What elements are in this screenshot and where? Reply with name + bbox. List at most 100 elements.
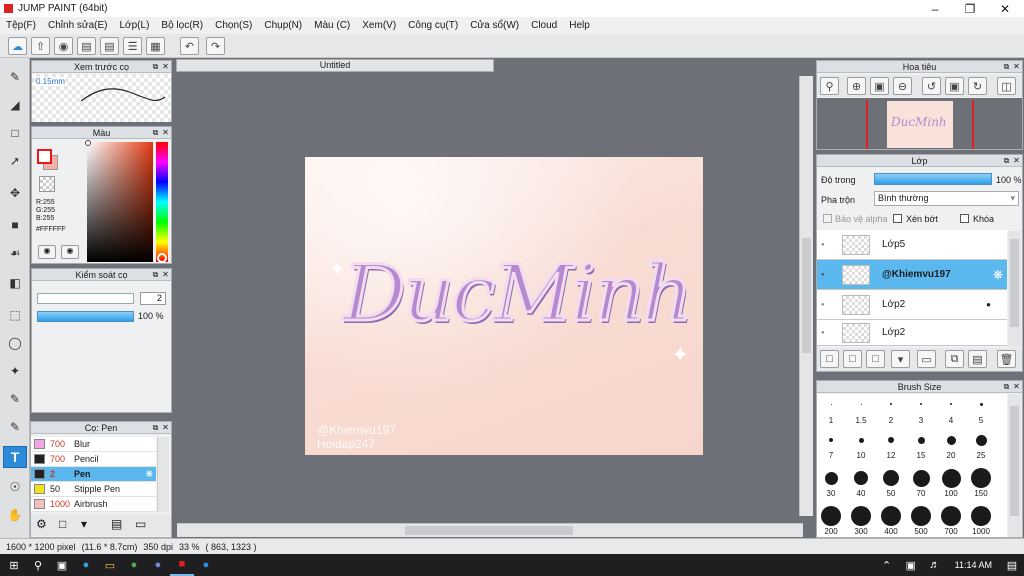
brush-size-dot[interactable] bbox=[971, 506, 991, 526]
network-icon[interactable]: ▣ bbox=[899, 554, 923, 576]
brush-size-dot[interactable] bbox=[971, 468, 991, 488]
new-layer-1bit-icon[interactable]: □ bbox=[866, 350, 885, 368]
brush-size-slider[interactable] bbox=[37, 293, 134, 304]
menu-window[interactable]: Cửa sổ(W) bbox=[464, 20, 525, 31]
undo-icon[interactable]: ↶ bbox=[180, 37, 199, 55]
rectangle-tool-icon[interactable]: □ bbox=[3, 122, 27, 144]
brush-size-dot[interactable] bbox=[941, 468, 961, 488]
discord-icon[interactable]: ● bbox=[146, 554, 170, 576]
brush-item-stipple-pen[interactable]: 50 Stipple Pen bbox=[31, 482, 156, 497]
brush-size-dot[interactable] bbox=[883, 470, 899, 486]
eyedropper-tool-icon[interactable]: ☉ bbox=[3, 476, 27, 498]
magic-wand-tool-icon[interactable]: ✦ bbox=[3, 360, 27, 382]
brush-size-dot[interactable] bbox=[911, 506, 931, 526]
eraser-tool-icon[interactable]: ◢ bbox=[3, 94, 27, 116]
minimize-button[interactable]: – bbox=[918, 0, 952, 17]
brush-folder-icon[interactable]: ▭ bbox=[135, 517, 146, 531]
chrome-icon[interactable]: ● bbox=[122, 554, 146, 576]
close-panel-icon[interactable]: ✕ bbox=[1012, 62, 1021, 71]
canvas-vertical-scrollbar[interactable] bbox=[799, 76, 813, 516]
brush-copy-icon[interactable]: ▤ bbox=[111, 517, 122, 531]
zoom-in-icon[interactable]: ⊕ bbox=[847, 77, 866, 95]
brush-size-dot[interactable] bbox=[890, 403, 892, 405]
volume-icon[interactable]: ♬ bbox=[923, 554, 947, 576]
taskbar-time[interactable]: 11:14 AM bbox=[955, 560, 992, 570]
hue-slider-handle[interactable] bbox=[157, 253, 167, 263]
float-icon[interactable]: ⧉ bbox=[1002, 156, 1011, 165]
select-rect-tool-icon[interactable]: ⬚ bbox=[3, 304, 27, 326]
brush-size-dot[interactable] bbox=[888, 437, 894, 443]
brush-item-airbrush[interactable]: 1000 Airbrush bbox=[31, 497, 156, 512]
gradient-tool-icon[interactable]: ◧ bbox=[3, 272, 27, 294]
hand-tool-icon[interactable]: ✋ bbox=[3, 504, 27, 526]
float-icon[interactable]: ⧉ bbox=[1002, 62, 1011, 71]
float-icon[interactable]: ⧉ bbox=[1002, 382, 1011, 391]
brush-size-dot[interactable] bbox=[829, 438, 833, 442]
menu-view[interactable]: Xem(V) bbox=[356, 20, 402, 31]
cloud-icon[interactable]: ☁ bbox=[8, 37, 27, 55]
close-panel-icon[interactable]: ✕ bbox=[161, 128, 170, 137]
new-brush-icon[interactable]: □ bbox=[59, 517, 66, 531]
reset-view-icon[interactable]: ▣ bbox=[945, 77, 964, 95]
move-tool-icon[interactable]: ✥ bbox=[3, 182, 27, 204]
brush-size-dot[interactable] bbox=[858, 437, 864, 443]
text-tool-icon[interactable]: T bbox=[3, 446, 27, 468]
brush-size-dot[interactable] bbox=[946, 435, 956, 445]
canvas-horizontal-scrollbar[interactable] bbox=[177, 523, 803, 537]
export-icon[interactable]: ⇧ bbox=[31, 37, 50, 55]
visibility-icon[interactable]: ● bbox=[821, 242, 825, 248]
windows-start-icon[interactable]: ⊞ bbox=[2, 554, 26, 576]
menu-file[interactable]: Tệp(F) bbox=[0, 20, 42, 31]
line-tool-icon[interactable]: ➚ bbox=[3, 150, 27, 172]
clip-checkbox[interactable] bbox=[893, 214, 902, 223]
layer-list-scrollbar[interactable] bbox=[1008, 231, 1021, 347]
notification-icon[interactable]: ▤ bbox=[1000, 554, 1024, 576]
gear-icon[interactable]: ❋ bbox=[145, 469, 153, 480]
document-icon[interactable]: ▤ bbox=[100, 37, 119, 55]
close-button[interactable]: ✕ bbox=[988, 0, 1022, 17]
visibility-icon[interactable]: ● bbox=[821, 330, 825, 336]
brush-list-scrollbar[interactable] bbox=[157, 437, 169, 512]
grid-icon[interactable]: ▦ bbox=[146, 37, 165, 55]
sv-picker-handle[interactable] bbox=[85, 140, 91, 146]
new-layer-8bit-icon[interactable]: □ bbox=[843, 350, 862, 368]
messenger-icon[interactable]: ● bbox=[194, 554, 218, 576]
brush-size-dot[interactable] bbox=[881, 506, 901, 526]
layer-row[interactable]: ● Lớp2 ● bbox=[817, 290, 1007, 320]
float-icon[interactable]: ⧉ bbox=[151, 62, 160, 71]
close-panel-icon[interactable]: ✕ bbox=[1012, 156, 1021, 165]
merge-layer-icon[interactable]: ▤ bbox=[968, 350, 987, 368]
visibility-icon[interactable]: ● bbox=[821, 302, 825, 308]
edge-icon[interactable]: ● bbox=[74, 554, 98, 576]
palette-button[interactable]: ◉ bbox=[61, 245, 79, 259]
select-pen-tool-icon[interactable]: ✎ bbox=[3, 388, 27, 410]
zoom-fit-icon[interactable]: ⚲ bbox=[820, 77, 839, 95]
delete-layer-icon[interactable]: 🗑 bbox=[997, 350, 1016, 368]
visibility-icon[interactable]: ● bbox=[821, 272, 825, 278]
gear-icon[interactable]: ❋ bbox=[993, 268, 1003, 282]
menu-help[interactable]: Help bbox=[563, 20, 596, 31]
float-icon[interactable]: ⧉ bbox=[151, 423, 160, 432]
menu-edit[interactable]: Chỉnh sửa(E) bbox=[42, 20, 114, 31]
fit-window-icon[interactable]: ▣ bbox=[870, 77, 889, 95]
maximize-button[interactable]: ❐ bbox=[953, 0, 987, 17]
layer-opacity-slider[interactable] bbox=[874, 173, 992, 185]
brush-settings-icon[interactable]: ⚙ bbox=[36, 517, 47, 531]
lock-checkbox[interactable] bbox=[960, 214, 969, 223]
jump-paint-icon[interactable]: ■ bbox=[170, 554, 194, 576]
layer-menu-icon[interactable]: ▾ bbox=[891, 350, 910, 368]
layer-row[interactable]: ● Lớp2 bbox=[817, 320, 1007, 346]
close-panel-icon[interactable]: ✕ bbox=[1012, 382, 1021, 391]
brush-item-pencil[interactable]: 700 Pencil bbox=[31, 452, 156, 467]
brush-size-dot[interactable] bbox=[975, 434, 987, 446]
rotate-left-icon[interactable]: ↺ bbox=[922, 77, 941, 95]
navigator-viewport[interactable]: DucMinh bbox=[817, 98, 1022, 149]
float-icon[interactable]: ⧉ bbox=[151, 270, 160, 279]
brush-size-dot[interactable] bbox=[979, 402, 983, 406]
select-eraser-tool-icon[interactable]: ✎ bbox=[3, 416, 27, 438]
brush-size-dot[interactable] bbox=[912, 469, 930, 487]
new-layer-icon[interactable]: □ bbox=[820, 350, 839, 368]
fill-rect-tool-icon[interactable]: ■ bbox=[3, 214, 27, 236]
brush-size-dot[interactable] bbox=[824, 471, 838, 485]
task-view-icon[interactable]: ▣ bbox=[50, 554, 74, 576]
